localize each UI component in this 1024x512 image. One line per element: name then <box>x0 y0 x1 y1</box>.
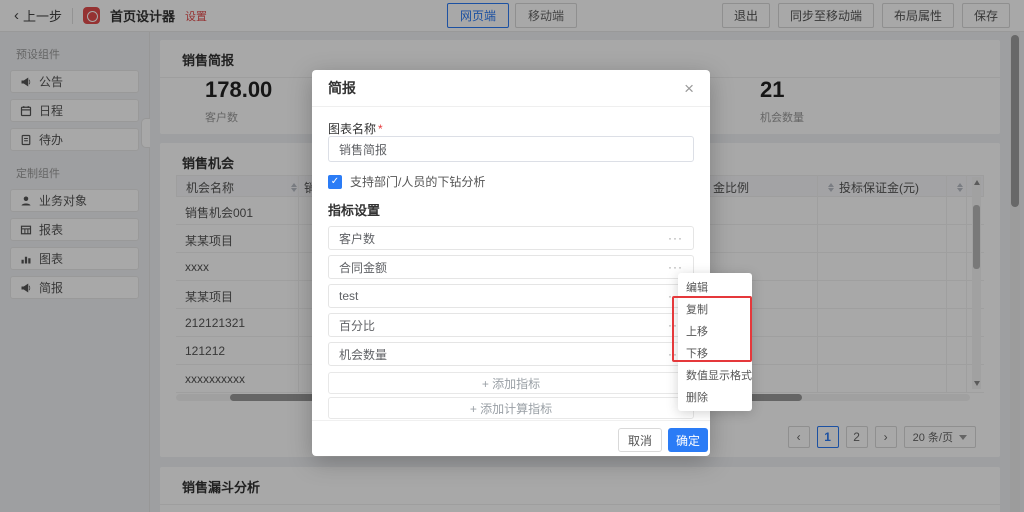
indicator-context-menu: 编辑 复制 上移 下移 数值显示格式 删除 <box>678 273 752 411</box>
more-options-icon[interactable]: ··· <box>668 231 683 245</box>
more-options-icon[interactable]: ··· <box>668 260 683 274</box>
drilldown-checkbox-row[interactable]: ✓ 支持部门/人员的下钻分析 <box>328 173 485 190</box>
add-indicator-button[interactable]: + 添加指标 <box>328 372 694 394</box>
modal-footer: 取消 确定 <box>312 420 710 456</box>
required-asterisk: * <box>378 122 383 136</box>
close-icon[interactable]: × <box>684 80 694 97</box>
menu-item-edit[interactable]: 编辑 <box>678 276 752 298</box>
modal-header: 简报 × <box>312 70 710 107</box>
brief-modal: 简报 × 图表名称* ✓ 支持部门/人员的下钻分析 指标设置 客户数 ··· 合… <box>312 70 710 456</box>
label-text: 图表名称 <box>328 122 376 136</box>
menu-item-move-down[interactable]: 下移 <box>678 342 752 364</box>
confirm-button[interactable]: 确定 <box>668 428 708 452</box>
indicator-label: 百分比 <box>339 317 375 334</box>
menu-item-delete[interactable]: 删除 <box>678 386 752 408</box>
cancel-button[interactable]: 取消 <box>618 428 662 452</box>
indicator-label: 机会数量 <box>339 346 387 363</box>
checkbox-label: 支持部门/人员的下钻分析 <box>350 173 485 190</box>
menu-item-move-up[interactable]: 上移 <box>678 320 752 342</box>
indicator-label: 客户数 <box>339 230 375 247</box>
checkbox-checked-icon[interactable]: ✓ <box>328 175 342 189</box>
indicator-label: 合同金额 <box>339 259 387 276</box>
add-calc-indicator-button[interactable]: + 添加计算指标 <box>328 397 694 419</box>
indicator-row-customer-count[interactable]: 客户数 ··· <box>328 226 694 250</box>
indicator-row-opportunity-count[interactable]: 机会数量 ··· <box>328 342 694 366</box>
indicator-row-contract-amount[interactable]: 合同金额 ··· <box>328 255 694 279</box>
indicator-label: test <box>339 289 358 303</box>
homepage-designer-screen: ‹ 上一步 首页设计器 设置 网页端 移动端 退出 同步至移动端 布局属性 保存… <box>0 0 1024 512</box>
menu-item-number-format[interactable]: 数值显示格式 <box>678 364 752 386</box>
indicator-settings-label: 指标设置 <box>328 200 380 219</box>
indicator-row-percentage[interactable]: 百分比 ··· <box>328 313 694 337</box>
chart-name-input[interactable] <box>328 136 694 162</box>
menu-item-copy[interactable]: 复制 <box>678 298 752 320</box>
modal-title: 简报 <box>328 78 356 98</box>
indicator-row-test[interactable]: test ··· <box>328 284 694 308</box>
chart-name-label: 图表名称* <box>328 120 383 137</box>
